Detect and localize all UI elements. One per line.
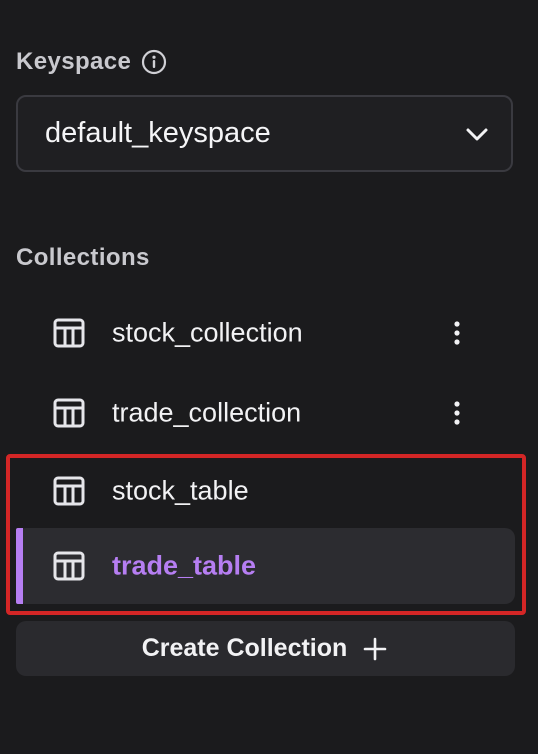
table-icon bbox=[52, 474, 86, 508]
table-icon bbox=[52, 549, 86, 583]
collection-item-trade-table[interactable]: trade_table bbox=[16, 528, 515, 604]
active-indicator bbox=[16, 528, 23, 604]
collections-section-header: Collections bbox=[16, 240, 150, 276]
collection-name: trade_collection bbox=[112, 397, 302, 428]
collection-item-stock-table[interactable]: stock_table bbox=[16, 453, 515, 529]
create-collection-button[interactable]: Create Collection bbox=[16, 621, 515, 676]
keyspace-label-row: Keyspace bbox=[16, 44, 167, 80]
more-options-icon[interactable] bbox=[447, 397, 467, 429]
table-icon bbox=[52, 316, 86, 350]
create-collection-label: Create Collection bbox=[141, 634, 348, 662]
table-icon bbox=[52, 396, 86, 430]
collection-name: stock_table bbox=[112, 475, 249, 506]
plus-icon bbox=[361, 635, 389, 663]
more-options-icon[interactable] bbox=[447, 317, 467, 349]
keyspace-select-value: default_keyspace bbox=[45, 117, 271, 149]
collections-label: Collections bbox=[16, 244, 150, 271]
collection-item-stock-collection[interactable]: stock_collection bbox=[16, 295, 515, 371]
chevron-down-icon bbox=[463, 120, 491, 148]
collection-item-trade-collection[interactable]: trade_collection bbox=[16, 375, 515, 451]
info-icon[interactable] bbox=[141, 49, 167, 75]
keyspace-select[interactable]: default_keyspace bbox=[16, 95, 513, 172]
collection-name: trade_table bbox=[112, 550, 257, 581]
collection-name: stock_collection bbox=[112, 317, 303, 348]
keyspace-label: Keyspace bbox=[16, 48, 132, 75]
